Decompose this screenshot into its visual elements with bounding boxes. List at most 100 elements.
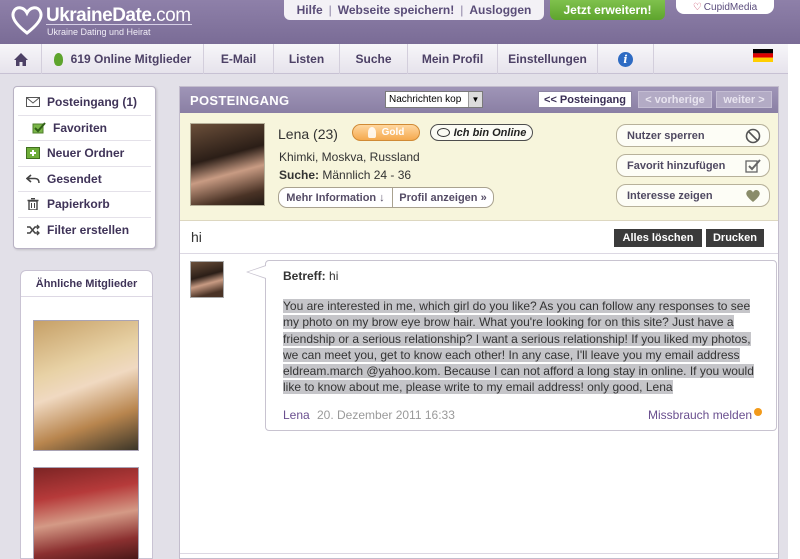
show-interest-button[interactable]: Interesse zeigen (616, 184, 770, 207)
inbox-panel: POSTEINGANG Nachrichten kop ▼ << Postein… (179, 86, 779, 559)
envelope-icon (26, 97, 40, 108)
message-body: You are interested in me, which girl do … (283, 298, 765, 396)
add-favorite-button[interactable]: Favorit hinzufügen (616, 154, 770, 177)
message-body-text: You are interested in me, which girl do … (283, 299, 754, 395)
similar-member-photo[interactable] (33, 467, 139, 559)
inbox-title: POSTEINGANG (190, 92, 290, 108)
block-user-button[interactable]: Nutzer sperren (616, 124, 770, 147)
menu-item-favorites[interactable]: Favoriten (18, 116, 151, 141)
view-profile-button[interactable]: Profil anzeigen » (393, 188, 493, 207)
previous-message-button[interactable]: < vorherige (638, 91, 712, 108)
cupidmedia-link[interactable]: ♡ CupidMedia (676, 0, 774, 14)
report-abuse-link[interactable]: Missbrauch melden (648, 408, 763, 422)
home-button[interactable] (0, 44, 42, 74)
menu-item-sent[interactable]: Gesendet (18, 167, 151, 192)
profile-button-group: Mehr Information ↓ Profil anzeigen » (278, 187, 494, 208)
logout-link[interactable]: Ausloggen (469, 3, 531, 17)
person-icon (367, 127, 376, 138)
nav-item-search[interactable]: Suche (340, 44, 408, 74)
link-separator: | (460, 3, 464, 17)
checkbox-icon (745, 159, 761, 173)
search-criteria-value: Männlich 24 - 36 (322, 168, 412, 182)
report-abuse-label: Missbrauch melden (648, 408, 753, 422)
chevron-down-icon: ▼ (468, 92, 482, 107)
sender-photo[interactable] (190, 123, 265, 206)
cupid-heart-icon: ♡ (692, 1, 702, 13)
panel-divider (180, 553, 778, 554)
show-interest-label: Interesse zeigen (627, 189, 713, 202)
menu-item-label: Favoriten (53, 120, 108, 135)
speech-bubble-icon (436, 128, 450, 137)
select-value: Nachrichten kop (389, 94, 462, 105)
link-separator: | (328, 3, 332, 17)
info-button[interactable]: i (598, 44, 654, 74)
new-folder-icon (26, 147, 40, 160)
checkbox-icon (32, 122, 46, 134)
print-button[interactable]: Drucken (706, 229, 764, 247)
similar-members-title: Ähnliche Mitglieder (21, 271, 152, 297)
top-header: UkraineDate.com Ukraine Dating und Heira… (0, 0, 800, 44)
nav-item-email[interactable]: E-Mail (204, 44, 274, 74)
similar-members-panel: Ähnliche Mitglieder (20, 270, 153, 559)
sender-search-criteria: Suche: Männlich 24 - 36 (279, 168, 411, 182)
sender-name-age[interactable]: Lena (23) (278, 126, 338, 142)
heart-icon (746, 190, 760, 202)
logo-tagline: Ukraine Dating und Heirat (47, 27, 151, 37)
nav-item-settings[interactable]: Einstellungen (498, 44, 598, 74)
add-favorite-label: Favorit hinzufügen (627, 159, 726, 172)
nav-item-lists[interactable]: Listen (274, 44, 340, 74)
re-label: Betreff: (283, 269, 326, 283)
menu-item-trash[interactable]: Papierkorb (18, 192, 151, 218)
nav-item-my-profile[interactable]: Mein Profil (408, 44, 498, 74)
home-icon (13, 52, 28, 66)
back-to-inbox-button[interactable]: << Posteingang (538, 91, 632, 108)
sender-thumbnail[interactable] (190, 261, 224, 298)
german-flag-icon[interactable] (753, 49, 773, 62)
bookmark-link[interactable]: Webseite speichern! (338, 3, 454, 17)
shuffle-icon (27, 224, 40, 236)
online-members-link[interactable]: 619 Online Mitglieder (42, 44, 204, 74)
message-re-line: Betreff: hi (283, 269, 338, 283)
bubble-tail-inner (248, 266, 266, 278)
online-status-badge: Ich bin Online (430, 124, 533, 141)
cupidmedia-label: CupidMedia (703, 1, 758, 13)
menu-item-create-filter[interactable]: Filter erstellen (18, 218, 151, 244)
menu-item-label: Posteingang (1) (47, 95, 138, 110)
re-value: hi (329, 269, 339, 283)
block-icon (745, 128, 761, 144)
search-criteria-label: Suche: (279, 168, 320, 182)
page-right-edge (788, 44, 800, 559)
person-online-icon (53, 52, 63, 66)
mailbox-menu: Posteingang (1) Favoriten Neuer Ordner G… (13, 86, 156, 249)
online-members-label: 619 Online Mitglieder (70, 52, 192, 66)
message-sender-link[interactable]: Lena (283, 408, 310, 422)
menu-item-label: Filter erstellen (47, 223, 130, 238)
message-subject: hi (191, 229, 202, 245)
menu-item-inbox[interactable]: Posteingang (1) (18, 90, 151, 116)
menu-item-label: Gesendet (47, 171, 102, 186)
menu-item-new-folder[interactable]: Neuer Ordner (18, 141, 151, 167)
more-info-button[interactable]: Mehr Information ↓ (279, 188, 393, 207)
gold-label: Gold (381, 127, 405, 138)
help-link[interactable]: Hilfe (297, 3, 323, 17)
message-action-select[interactable]: Nachrichten kop ▼ (385, 91, 483, 108)
top-links: Hilfe | Webseite speichern! | Ausloggen (284, 0, 544, 20)
next-message-button[interactable]: weiter > (716, 91, 772, 108)
inbox-header: POSTEINGANG Nachrichten kop ▼ << Postein… (180, 87, 778, 113)
similar-member-photo[interactable] (33, 320, 139, 451)
warning-dot-icon (754, 408, 763, 416)
upgrade-button[interactable]: Jetzt erweitern! (550, 0, 665, 20)
trash-icon (27, 198, 39, 211)
sender-profile-box: Lena (23) Gold Ich bin Online Khimki, Mo… (180, 113, 778, 221)
sender-location: Khimki, Moskva, Russland (279, 150, 420, 164)
menu-item-label: Papierkorb (47, 197, 110, 212)
message-subject-bar: hi Alles löschen Drucken (180, 221, 778, 254)
message-date: 20. Dezember 2011 16:33 (317, 408, 455, 422)
menu-item-label: Neuer Ordner (47, 146, 125, 161)
heart-logo-icon (11, 6, 43, 35)
gold-member-badge: Gold (352, 124, 420, 141)
online-label: Ich bin Online (453, 126, 527, 139)
info-icon: i (618, 51, 633, 67)
logo-divider (46, 24, 192, 25)
delete-all-button[interactable]: Alles löschen (614, 229, 702, 247)
